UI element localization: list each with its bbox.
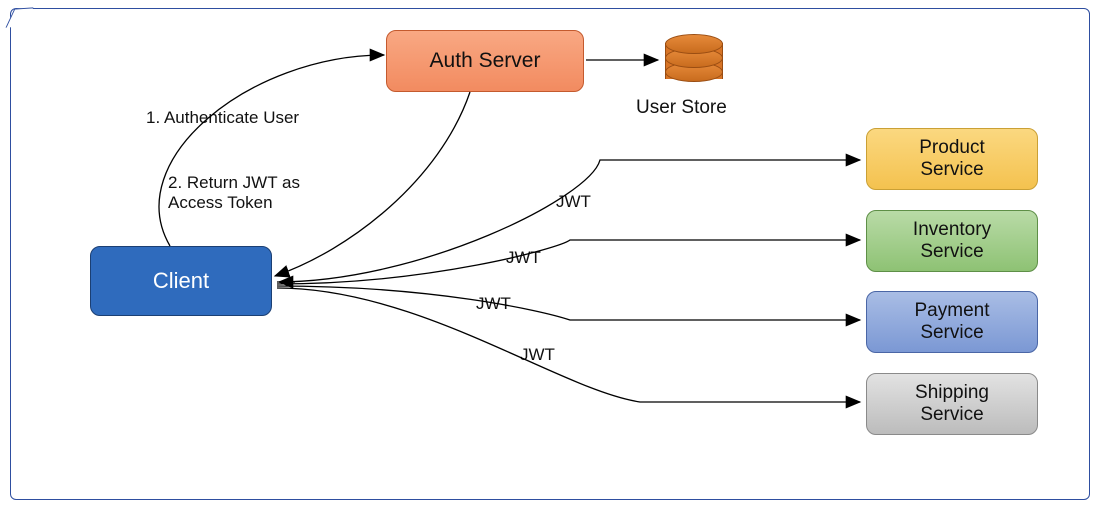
- jwt-label-payment: JWT: [476, 294, 511, 314]
- step2-label-l2: Access Token: [168, 193, 273, 213]
- auth-server-node: Auth Server: [386, 30, 584, 92]
- client-node: Client: [90, 246, 272, 316]
- step1-label: 1. Authenticate User: [146, 108, 299, 128]
- user-store-label: User Store: [636, 97, 727, 119]
- inventory-service-node: InventoryService: [866, 210, 1038, 272]
- user-store-icon: [665, 34, 721, 86]
- jwt-label-inventory: JWT: [506, 248, 541, 268]
- jwt-label-product: JWT: [556, 192, 591, 212]
- payment-service-node: PaymentService: [866, 291, 1038, 353]
- product-service-node: ProductService: [866, 128, 1038, 190]
- shipping-service-node: ShippingService: [866, 373, 1038, 435]
- jwt-label-shipping: JWT: [520, 345, 555, 365]
- step2-label-l1: 2. Return JWT as: [168, 173, 300, 193]
